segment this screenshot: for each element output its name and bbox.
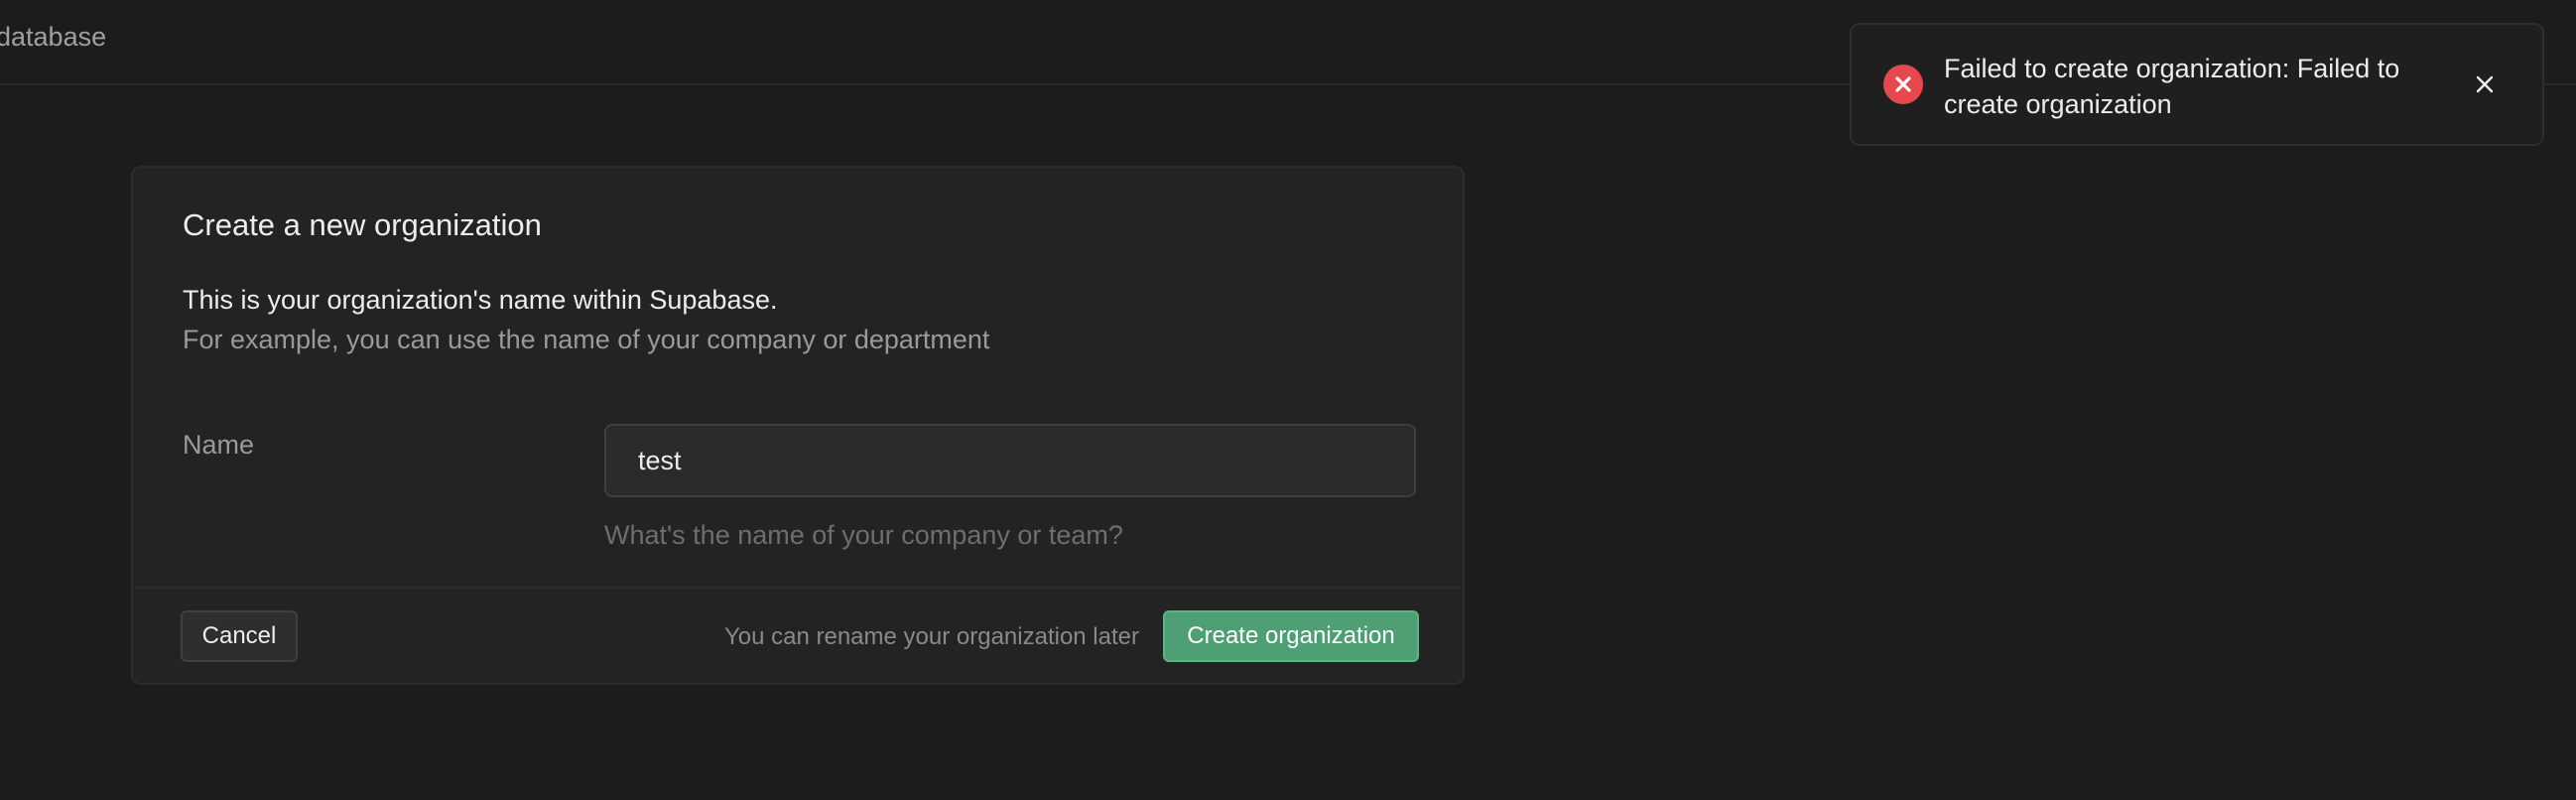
rename-note: You can rename your organization later <box>723 623 1139 650</box>
card-footer: Cancel You can rename your organization … <box>133 587 1463 685</box>
organization-name-input[interactable] <box>604 424 1416 497</box>
card-title: Create a new organization <box>183 207 542 242</box>
close-icon[interactable] <box>2467 67 2503 102</box>
cancel-button[interactable]: Cancel <box>181 610 298 662</box>
name-label: Name <box>183 430 255 460</box>
form-description-sub: For example, you can use the name of you… <box>183 325 990 354</box>
create-organization-button[interactable]: Create organization <box>1163 610 1419 662</box>
name-help-text: What's the name of your company or team? <box>604 520 1123 550</box>
form-description: This is your organization's name within … <box>183 285 778 315</box>
toast-message: Failed to create organization: Failed to… <box>1944 54 2400 119</box>
header-title: database <box>0 22 107 52</box>
create-organization-card: Create a new organization This is your o… <box>131 166 1465 685</box>
error-circle-icon <box>1883 65 1923 104</box>
error-toast: Failed to create organization: Failed to… <box>1850 23 2544 146</box>
